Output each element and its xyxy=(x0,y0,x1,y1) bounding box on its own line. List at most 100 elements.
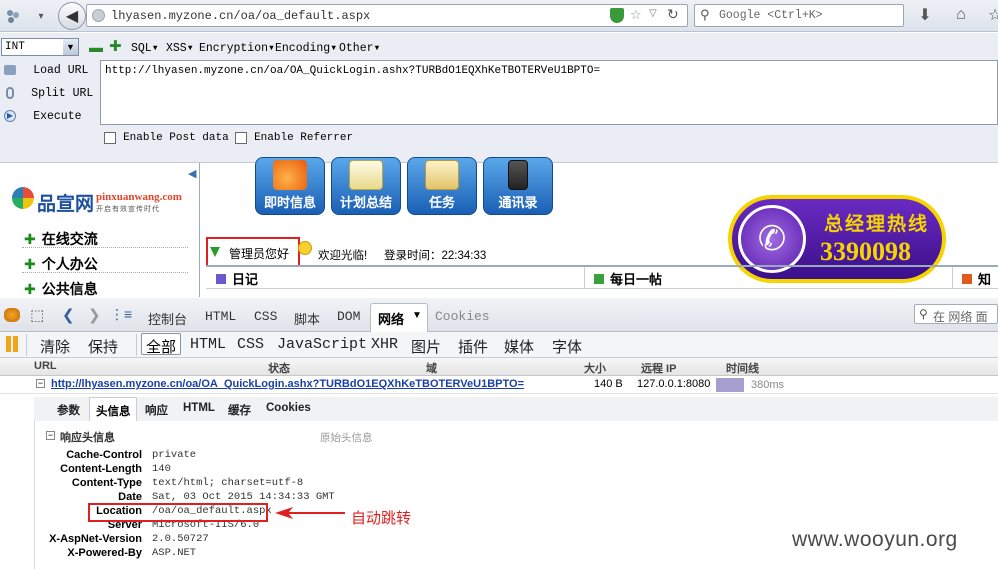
checkbox-box[interactable] xyxy=(235,132,247,145)
filter-javascript[interactable]: JavaScript xyxy=(277,336,367,353)
button-label: 图片 xyxy=(411,339,442,356)
menu-item-label: 公共信息 xyxy=(41,281,98,297)
download-icon[interactable]: ⬇ xyxy=(914,4,936,26)
tab-network[interactable]: 网络 ▼ xyxy=(370,303,428,332)
collapse-icon[interactable]: ◀ xyxy=(188,167,196,180)
tab-cookies[interactable]: Cookies xyxy=(435,309,490,324)
hackbar-menu-sql[interactable]: SQL▾ xyxy=(131,40,159,55)
collapse-toggle-icon[interactable]: − xyxy=(46,431,55,440)
plus-icon[interactable]: ✚ xyxy=(109,37,122,55)
firefox-menu-icon[interactable] xyxy=(2,5,24,27)
filter-css[interactable]: CSS xyxy=(237,336,264,353)
home-icon[interactable]: ⌂ xyxy=(950,4,972,26)
command-line-icon[interactable]: ⋮≡ xyxy=(110,306,132,323)
search-icon: ⚲ xyxy=(919,307,928,321)
filter-images[interactable]: 图片 xyxy=(411,336,441,357)
detail-tab-cache[interactable]: 缓存 xyxy=(228,402,251,418)
site-identity-icon[interactable] xyxy=(92,9,105,22)
left-menu-item-personal[interactable]: ✚ 个人办公 xyxy=(24,254,98,274)
col-status[interactable]: 状态 xyxy=(268,360,290,376)
logo-icon xyxy=(12,187,34,209)
detail-tab-params[interactable]: 参数 xyxy=(57,402,80,418)
filter-fonts[interactable]: 字体 xyxy=(552,336,582,357)
enable-post-checkbox[interactable]: Enable Post data xyxy=(104,132,229,145)
back-button[interactable]: ◀ xyxy=(58,2,86,30)
filter-xhr[interactable]: XHR xyxy=(371,336,398,353)
persist-button[interactable]: 保持 xyxy=(88,336,118,357)
firebug-toolbar: ⬚ ❮ ❯ ⋮≡ 控制台 HTML CSS 脚本 DOM 网络 ▼ Cookie… xyxy=(0,298,998,332)
raw-headers-link[interactable]: 原始头信息 xyxy=(320,430,373,445)
minus-icon[interactable]: ▬ xyxy=(89,39,103,55)
tab-html[interactable]: HTML xyxy=(205,309,236,324)
tab-label: CSS xyxy=(254,309,278,324)
chevron-down-icon[interactable]: ▼ xyxy=(63,39,78,55)
filter-html[interactable]: HTML xyxy=(190,336,226,353)
filter-plugins[interactable]: 插件 xyxy=(458,336,488,357)
table-row[interactable]: − http://lhyasen.myzone.cn/oa/OA_QuickLo… xyxy=(0,376,998,394)
type-select[interactable]: INT ▼ xyxy=(1,38,79,56)
tab-console[interactable]: 控制台 xyxy=(148,309,187,328)
bookmarks-star-icon[interactable]: ☆ xyxy=(984,4,998,26)
enable-referrer-checkbox[interactable]: Enable Referrer xyxy=(235,132,353,145)
split-url-button[interactable]: Split URL xyxy=(4,87,93,100)
col-domain[interactable]: 域 xyxy=(426,360,437,376)
url-dropdown-icon[interactable]: ▽ xyxy=(649,8,657,19)
daily-post-tab[interactable]: 每日一帖 xyxy=(594,269,662,288)
col-url[interactable]: URL xyxy=(34,360,57,372)
button-label: XHR xyxy=(371,336,399,353)
hackbar-menu-other[interactable]: Other▾ xyxy=(339,40,380,55)
col-timeline[interactable]: 时间线 xyxy=(726,360,759,376)
plus-icon: ✚ xyxy=(24,281,36,297)
diary-icon xyxy=(216,274,226,284)
pause-icon[interactable] xyxy=(6,336,18,352)
header-key: Cache-Control xyxy=(66,449,142,461)
tab-dom[interactable]: DOM xyxy=(337,309,360,324)
hackbar-url-text: http://lhyasen.myzone.cn/oa/OA_QuickLogi… xyxy=(105,65,601,77)
detail-tab-response[interactable]: 响应 xyxy=(145,402,168,418)
load-url-button[interactable]: Load URL xyxy=(4,64,88,77)
hackbar-menu-encryption[interactable]: Encryption▾ xyxy=(199,40,275,55)
filter-all-button[interactable]: 全部 xyxy=(141,333,181,356)
detail-tab-headers[interactable]: 头信息 xyxy=(89,397,137,421)
shield-icon[interactable] xyxy=(610,8,624,23)
col-remote-ip[interactable]: 远程 IP xyxy=(641,360,676,376)
chevron-down-icon[interactable]: ▾ xyxy=(30,5,52,27)
knowledge-tab[interactable]: 知 xyxy=(962,269,991,288)
firebug-search-input[interactable]: ⚲ 在 网络 面 xyxy=(914,304,998,324)
search-placeholder: Google <Ctrl+K> xyxy=(719,9,823,22)
hackbar-menu-encoding[interactable]: Encoding▾ xyxy=(275,40,337,55)
collapse-toggle-icon[interactable]: − xyxy=(36,379,45,388)
reload-icon[interactable]: ↻ xyxy=(667,6,679,23)
divider xyxy=(22,247,188,248)
tab-script[interactable]: 脚本 xyxy=(294,309,320,328)
firebug-icon[interactable] xyxy=(4,308,20,322)
execute-button[interactable]: ▶ Execute xyxy=(4,110,82,123)
chevron-down-icon[interactable]: ▼ xyxy=(412,310,422,321)
knowledge-icon xyxy=(962,274,972,284)
instant-message-button[interactable]: 即时信息 xyxy=(255,157,325,215)
search-bar[interactable]: ⚲ Google <Ctrl+K> xyxy=(694,4,904,27)
contacts-button[interactable]: 通讯录 xyxy=(483,157,553,215)
tab-css[interactable]: CSS xyxy=(254,309,277,324)
detail-tab-cookies[interactable]: Cookies xyxy=(266,402,311,414)
checkbox-box[interactable] xyxy=(104,132,116,145)
task-button[interactable]: 任务 xyxy=(407,157,477,215)
webpage-viewport: ◀ 品宣网 pinxuanwang.com 开启有效宣传时代 ✚ 在线交流 ✚ 个人… xyxy=(0,157,998,299)
col-size[interactable]: 大小 xyxy=(584,360,606,376)
back-icon[interactable]: ❮ xyxy=(62,306,75,324)
hackbar-url-textarea[interactable]: http://lhyasen.myzone.cn/oa/OA_QuickLogi… xyxy=(100,60,998,125)
url-bar[interactable]: lhyasen.myzone.cn/oa/oa_default.aspx ☆ ▽… xyxy=(86,4,688,27)
plan-summary-button[interactable]: 计划总结 xyxy=(331,157,401,215)
bookmark-star-icon[interactable]: ☆ xyxy=(630,7,642,23)
diary-tab[interactable]: 日记 xyxy=(216,269,258,288)
left-menu-item-public[interactable]: ✚ 公共信息 xyxy=(24,279,98,299)
forward-icon[interactable]: ❯ xyxy=(88,306,101,324)
execute-icon: ▶ xyxy=(4,110,16,122)
inspect-icon[interactable]: ⬚ xyxy=(30,306,44,324)
request-url[interactable]: http://lhyasen.myzone.cn/oa/OA_QuickLogi… xyxy=(51,378,524,390)
filter-media[interactable]: 媒体 xyxy=(504,336,534,357)
detail-tab-html[interactable]: HTML xyxy=(183,402,215,414)
clear-button[interactable]: 清除 xyxy=(40,336,70,357)
hackbar-menu-xss[interactable]: XSS▾ xyxy=(166,40,194,55)
left-menu-item-online[interactable]: ✚ 在线交流 xyxy=(24,229,98,249)
